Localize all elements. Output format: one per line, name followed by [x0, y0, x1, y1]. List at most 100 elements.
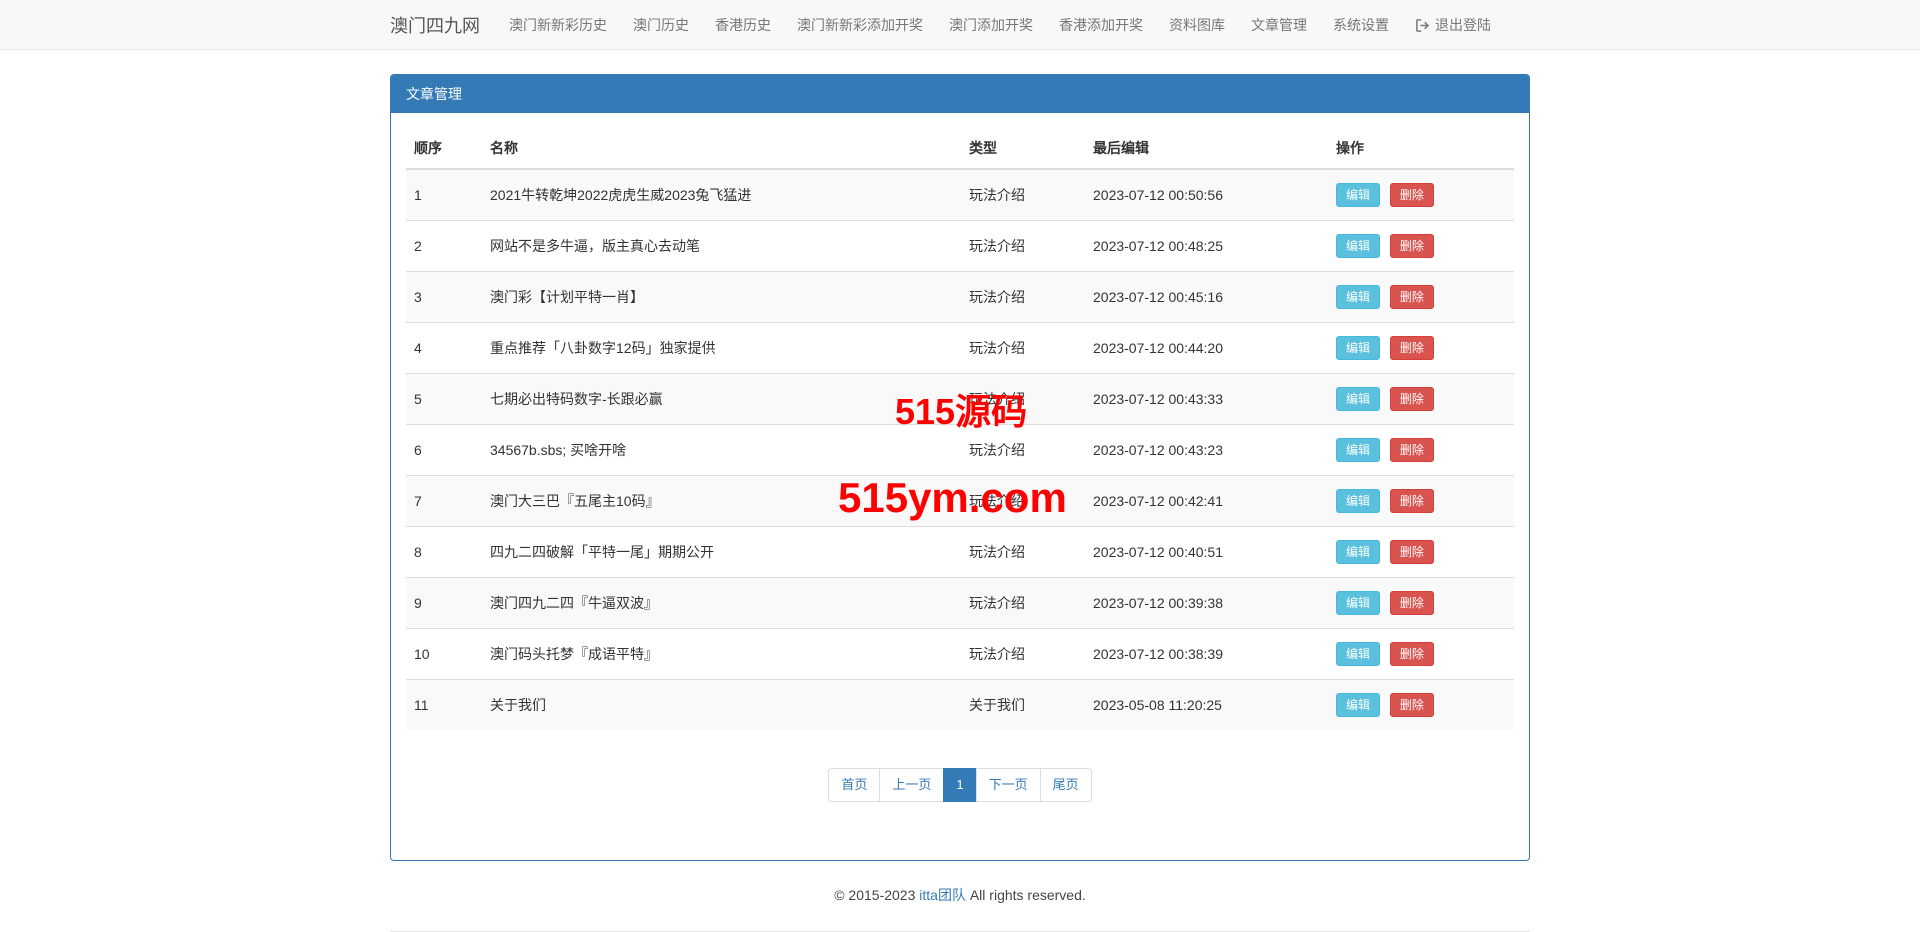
top-navbar: 澳门四九网 澳门新新彩历史澳门历史香港历史澳门新新彩添加开奖澳门添加开奖香港添加… — [0, 0, 1920, 50]
panel-title: 文章管理 — [391, 75, 1529, 113]
last-edited: 2023-07-12 00:38:39 — [1085, 629, 1328, 680]
edit-button[interactable]: 编辑 — [1336, 591, 1380, 615]
last-edited: 2023-07-12 00:45:16 — [1085, 272, 1328, 323]
header-last-edited: 最后编辑 — [1085, 128, 1328, 169]
delete-button[interactable]: 删除 — [1390, 693, 1434, 717]
logout-link[interactable]: 退出登陆 — [1402, 0, 1504, 50]
nav-item[interactable]: 文章管理 — [1238, 0, 1320, 50]
footer-team-link[interactable]: itta团队 — [919, 887, 966, 903]
article-type: 玩法介绍 — [961, 272, 1085, 323]
nav-item[interactable]: 香港历史 — [702, 0, 784, 50]
article-type: 玩法介绍 — [961, 323, 1085, 374]
article-name: 网站不是多牛逼，版主真心去动笔 — [482, 221, 961, 272]
row-actions: 编辑 删除 — [1328, 680, 1514, 731]
last-edited: 2023-07-12 00:39:38 — [1085, 578, 1328, 629]
article-type: 玩法介绍 — [961, 374, 1085, 425]
table-row: 2 网站不是多牛逼，版主真心去动笔 玩法介绍 2023-07-12 00:48:… — [406, 221, 1514, 272]
table-row: 7 澳门大三巴『五尾主10码』 玩法介绍 2023-07-12 00:42:41… — [406, 476, 1514, 527]
nav-item[interactable]: 澳门新新彩添加开奖 — [784, 0, 936, 50]
edit-button[interactable]: 编辑 — [1336, 183, 1380, 207]
nav-links: 澳门新新彩历史澳门历史香港历史澳门新新彩添加开奖澳门添加开奖香港添加开奖资料图库… — [496, 0, 1402, 50]
edit-button[interactable]: 编辑 — [1336, 234, 1380, 258]
delete-button[interactable]: 删除 — [1390, 183, 1434, 207]
last-edited: 2023-07-12 00:42:41 — [1085, 476, 1328, 527]
nav-item[interactable]: 澳门添加开奖 — [936, 0, 1046, 50]
last-edited: 2023-07-12 00:44:20 — [1085, 323, 1328, 374]
nav-item[interactable]: 系统设置 — [1320, 0, 1402, 50]
row-order: 8 — [406, 527, 482, 578]
footer-prefix: © 2015-2023 — [834, 887, 919, 903]
delete-button[interactable]: 删除 — [1390, 285, 1434, 309]
delete-button[interactable]: 删除 — [1390, 540, 1434, 564]
row-actions: 编辑 删除 — [1328, 374, 1514, 425]
pagination-prev[interactable]: 上一页 — [879, 768, 944, 802]
table-header-row: 顺序 名称 类型 最后编辑 操作 — [406, 128, 1514, 169]
article-name: 关于我们 — [482, 680, 961, 731]
row-actions: 编辑 删除 — [1328, 629, 1514, 680]
article-type: 玩法介绍 — [961, 527, 1085, 578]
nav-item[interactable]: 资料图库 — [1156, 0, 1238, 50]
row-actions: 编辑 删除 — [1328, 425, 1514, 476]
article-name: 澳门四九二四『牛逼双波』 — [482, 578, 961, 629]
delete-button[interactable]: 删除 — [1390, 387, 1434, 411]
header-type: 类型 — [961, 128, 1085, 169]
pagination: 首页 上一页 1 下一页 尾页 — [828, 768, 1091, 802]
row-order: 1 — [406, 169, 482, 221]
edit-button[interactable]: 编辑 — [1336, 642, 1380, 666]
last-edited: 2023-05-08 11:20:25 — [1085, 680, 1328, 731]
row-order: 7 — [406, 476, 482, 527]
delete-button[interactable]: 删除 — [1390, 438, 1434, 462]
table-row: 10 澳门码头托梦『成语平特』 玩法介绍 2023-07-12 00:38:39… — [406, 629, 1514, 680]
sign-out-icon — [1415, 18, 1430, 33]
edit-button[interactable]: 编辑 — [1336, 285, 1380, 309]
edit-button[interactable]: 编辑 — [1336, 387, 1380, 411]
delete-button[interactable]: 删除 — [1390, 234, 1434, 258]
row-order: 11 — [406, 680, 482, 731]
delete-button[interactable]: 删除 — [1390, 591, 1434, 615]
last-edited: 2023-07-12 00:43:23 — [1085, 425, 1328, 476]
row-actions: 编辑 删除 — [1328, 169, 1514, 221]
edit-button[interactable]: 编辑 — [1336, 438, 1380, 462]
table-row: 11 关于我们 关于我们 2023-05-08 11:20:25 编辑 删除 — [406, 680, 1514, 731]
article-type: 玩法介绍 — [961, 578, 1085, 629]
logout-label: 退出登陆 — [1435, 15, 1491, 35]
pagination-page-1[interactable]: 1 — [943, 768, 976, 802]
pagination-next[interactable]: 下一页 — [976, 768, 1041, 802]
row-order: 2 — [406, 221, 482, 272]
article-type: 玩法介绍 — [961, 169, 1085, 221]
delete-button[interactable]: 删除 — [1390, 489, 1434, 513]
article-name: 七期必出特码数字-长跟必赢 — [482, 374, 961, 425]
article-type: 玩法介绍 — [961, 476, 1085, 527]
row-order: 5 — [406, 374, 482, 425]
article-name: 重点推荐「八卦数字12码」独家提供 — [482, 323, 961, 374]
edit-button[interactable]: 编辑 — [1336, 336, 1380, 360]
pagination-last[interactable]: 尾页 — [1040, 768, 1092, 802]
pagination-first[interactable]: 首页 — [828, 768, 880, 802]
article-name: 澳门大三巴『五尾主10码』 — [482, 476, 961, 527]
delete-button[interactable]: 删除 — [1390, 336, 1434, 360]
header-actions: 操作 — [1328, 128, 1514, 169]
edit-button[interactable]: 编辑 — [1336, 489, 1380, 513]
article-type: 玩法介绍 — [961, 425, 1085, 476]
footer-suffix: All rights reserved. — [966, 887, 1086, 903]
nav-item[interactable]: 香港添加开奖 — [1046, 0, 1156, 50]
row-actions: 编辑 删除 — [1328, 476, 1514, 527]
edit-button[interactable]: 编辑 — [1336, 693, 1380, 717]
edit-button[interactable]: 编辑 — [1336, 540, 1380, 564]
nav-item[interactable]: 澳门历史 — [620, 0, 702, 50]
table-row: 3 澳门彩【计划平特一肖】 玩法介绍 2023-07-12 00:45:16 编… — [406, 272, 1514, 323]
table-row: 5 七期必出特码数字-长跟必赢 玩法介绍 2023-07-12 00:43:33… — [406, 374, 1514, 425]
nav-item[interactable]: 澳门新新彩历史 — [496, 0, 620, 50]
articles-table: 顺序 名称 类型 最后编辑 操作 1 2021牛转乾坤2022虎虎生威2023兔… — [406, 128, 1514, 730]
table-row: 8 四九二四破解「平特一尾」期期公开 玩法介绍 2023-07-12 00:40… — [406, 527, 1514, 578]
row-order: 10 — [406, 629, 482, 680]
last-edited: 2023-07-12 00:43:33 — [1085, 374, 1328, 425]
table-row: 6 34567b.sbs; 买啥开啥 玩法介绍 2023-07-12 00:43… — [406, 425, 1514, 476]
delete-button[interactable]: 删除 — [1390, 642, 1434, 666]
brand-logo[interactable]: 澳门四九网 — [390, 12, 480, 38]
row-actions: 编辑 删除 — [1328, 221, 1514, 272]
table-row: 9 澳门四九二四『牛逼双波』 玩法介绍 2023-07-12 00:39:38 … — [406, 578, 1514, 629]
table-row: 1 2021牛转乾坤2022虎虎生威2023兔飞猛进 玩法介绍 2023-07-… — [406, 169, 1514, 221]
article-management-panel: 文章管理 顺序 名称 类型 最后编辑 操作 1 2021牛转乾坤2022虎虎生 — [390, 74, 1530, 861]
footer-copyright: © 2015-2023 itta团队 All rights reserved. — [390, 885, 1530, 905]
